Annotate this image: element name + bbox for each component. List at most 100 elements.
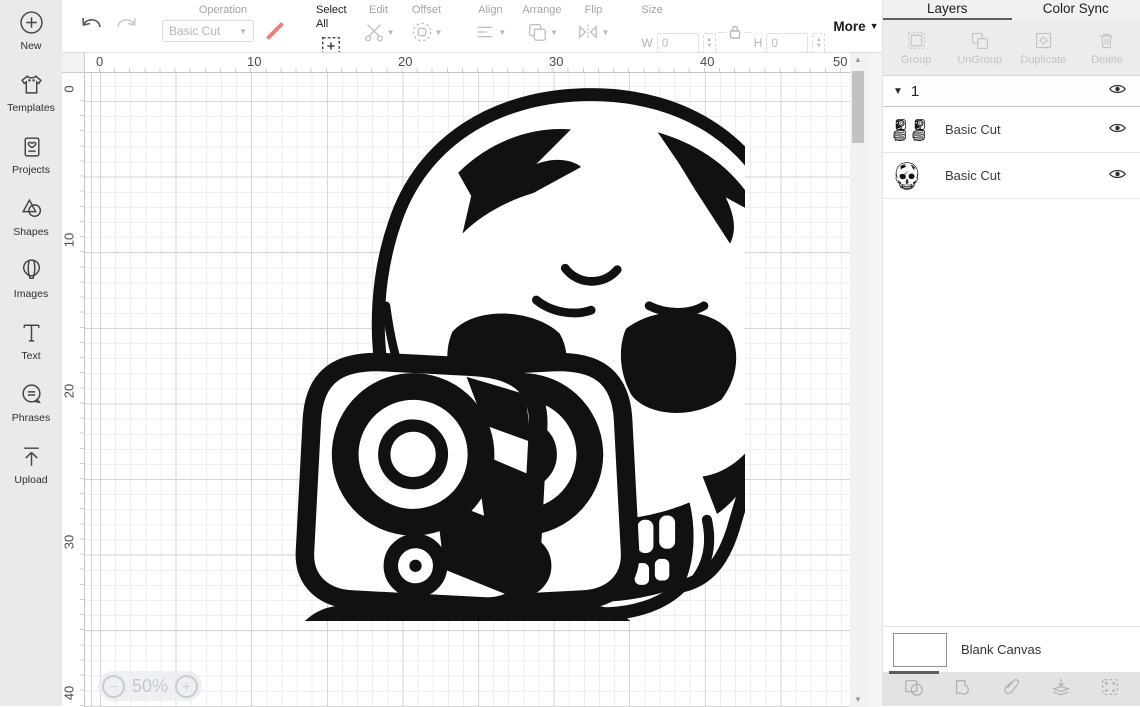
- layer-thumbnail: [893, 119, 945, 141]
- zoom-in-button[interactable]: +: [175, 675, 198, 698]
- flip-button[interactable]: ▼: [577, 21, 609, 43]
- blank-canvas-label: Blank Canvas: [961, 642, 1041, 657]
- group-button[interactable]: Group: [885, 20, 947, 75]
- canvas-color-swatch[interactable]: [893, 633, 947, 667]
- align-label: Align: [478, 3, 502, 17]
- contour-button[interactable]: [1099, 676, 1121, 703]
- delete-button[interactable]: Delete: [1076, 20, 1138, 75]
- duplicate-button[interactable]: Duplicate: [1012, 20, 1074, 75]
- chevron-down-icon: ▼: [498, 28, 506, 37]
- visibility-toggle[interactable]: [1109, 167, 1126, 185]
- sidebar-item-images[interactable]: Images: [0, 258, 62, 300]
- sidebar-item-text[interactable]: Text: [0, 320, 62, 362]
- group-icon: [906, 30, 927, 51]
- sidebar-item-upload[interactable]: Upload: [0, 444, 62, 486]
- ungroup-button[interactable]: UnGroup: [949, 20, 1011, 75]
- pistol-thumbnail-icon: [912, 119, 927, 141]
- offset-icon: [411, 21, 433, 43]
- arrange-icon: [526, 21, 548, 43]
- scrollbar-thumb[interactable]: [852, 71, 864, 143]
- select-all-label: Select All: [316, 3, 347, 31]
- layer-label: Basic Cut: [945, 122, 1109, 137]
- size-group: Size W ▲▼ H ▲▼: [641, 3, 825, 49]
- attach-icon: [1001, 676, 1023, 698]
- project-card-icon: [19, 134, 44, 159]
- blank-canvas-row[interactable]: Blank Canvas: [883, 626, 1140, 672]
- ruler-label: 0: [62, 78, 85, 101]
- operation-label: Operation: [199, 3, 247, 17]
- width-input[interactable]: [657, 33, 699, 53]
- zoom-value: 50%: [132, 676, 168, 697]
- height-stepper[interactable]: ▲▼: [812, 33, 825, 53]
- tab-color-sync[interactable]: Color Sync: [1012, 0, 1140, 20]
- text-icon: [19, 320, 44, 345]
- horizontal-ruler: 0 10 20 30 40 50: [85, 53, 850, 73]
- chevron-down-icon: ▼: [239, 27, 247, 36]
- canvas-grid[interactable]: − 50% +: [85, 73, 850, 707]
- upload-arrow-icon: [19, 444, 44, 469]
- canvas-vertical-scrollbar[interactable]: ▲ ▼: [850, 53, 866, 707]
- sidebar-item-new[interactable]: New: [0, 10, 62, 52]
- ruler-label: 50: [833, 54, 847, 69]
- flip-label: Flip: [585, 3, 603, 17]
- height-input[interactable]: [766, 33, 808, 53]
- chevron-down-icon: ▼: [870, 21, 879, 31]
- slice-button[interactable]: [903, 676, 925, 703]
- ruler-label: 10: [62, 229, 85, 252]
- offset-label: Offset: [412, 3, 441, 17]
- tab-layers[interactable]: Layers: [883, 0, 1012, 20]
- edit-group: Edit ▼: [363, 3, 395, 49]
- panel-tabs: Layers Color Sync: [883, 0, 1140, 20]
- duplicate-icon: [1033, 30, 1054, 51]
- sidebar-item-templates[interactable]: Templates: [0, 72, 62, 114]
- visibility-toggle[interactable]: [1109, 82, 1126, 100]
- chevron-down-icon: ▼: [435, 28, 443, 37]
- canvas-area: 0 10 20 30 40 50 0 10 20 30 40 − 50% + ▲…: [62, 52, 882, 706]
- slice-icon: [903, 676, 925, 698]
- contour-icon: [1099, 676, 1121, 698]
- lock-icon: [727, 24, 743, 40]
- scroll-up-arrow[interactable]: ▲: [850, 53, 866, 67]
- flatten-icon: [1050, 676, 1072, 698]
- select-all-group: Select All: [316, 3, 347, 49]
- sidebar-item-projects[interactable]: Projects: [0, 134, 62, 176]
- ungroup-icon: [969, 30, 990, 51]
- weld-icon: [952, 676, 974, 698]
- edit-button[interactable]: ▼: [363, 21, 395, 43]
- visibility-toggle[interactable]: [1109, 121, 1126, 139]
- layer-row-skull[interactable]: Basic Cut: [883, 153, 1140, 199]
- flatten-button[interactable]: [1050, 676, 1072, 703]
- sidebar-item-label: Templates: [7, 102, 55, 114]
- arrange-button[interactable]: ▼: [526, 21, 558, 43]
- width-stepper[interactable]: ▲▼: [703, 33, 716, 53]
- redo-icon[interactable]: [114, 15, 138, 37]
- attach-button[interactable]: [1001, 676, 1023, 703]
- arrange-group: Arrange ▼: [522, 3, 561, 49]
- layer-group-header[interactable]: ▼ 1: [883, 76, 1140, 107]
- offset-button[interactable]: ▼: [411, 21, 443, 43]
- balloon-icon: [19, 258, 44, 283]
- ruler-label: 40: [62, 682, 85, 705]
- scroll-down-arrow[interactable]: ▼: [850, 693, 866, 707]
- operation-color-pencil-icon[interactable]: [262, 20, 284, 42]
- skull-thumbnail-icon: [893, 162, 921, 190]
- offset-group: Offset ▼: [411, 3, 443, 49]
- zoom-out-button[interactable]: −: [102, 675, 125, 698]
- align-group: Align ▼: [474, 3, 506, 49]
- sidebar-item-label: Shapes: [13, 226, 49, 238]
- sidebar-item-shapes[interactable]: Shapes: [0, 196, 62, 238]
- sidebar-item-phrases[interactable]: Phrases: [0, 382, 62, 424]
- top-toolbar: Operation Basic Cut ▼ Select All Edit ▼ …: [62, 0, 882, 52]
- collapse-caret-icon[interactable]: ▼: [893, 86, 903, 97]
- tshirt-icon: [19, 72, 44, 97]
- shapes-icon: [19, 196, 44, 221]
- skull-guns-artwork[interactable]: [130, 86, 745, 621]
- undo-icon[interactable]: [80, 15, 104, 37]
- layer-group-label: 1: [911, 83, 919, 100]
- layer-row-guns[interactable]: Basic Cut: [883, 107, 1140, 153]
- more-button[interactable]: More ▼: [833, 19, 878, 34]
- weld-button[interactable]: [952, 676, 974, 703]
- operation-select[interactable]: Basic Cut ▼: [162, 20, 254, 42]
- panel-hscrollbar-thumb[interactable]: [889, 671, 939, 674]
- align-button[interactable]: ▼: [474, 21, 506, 43]
